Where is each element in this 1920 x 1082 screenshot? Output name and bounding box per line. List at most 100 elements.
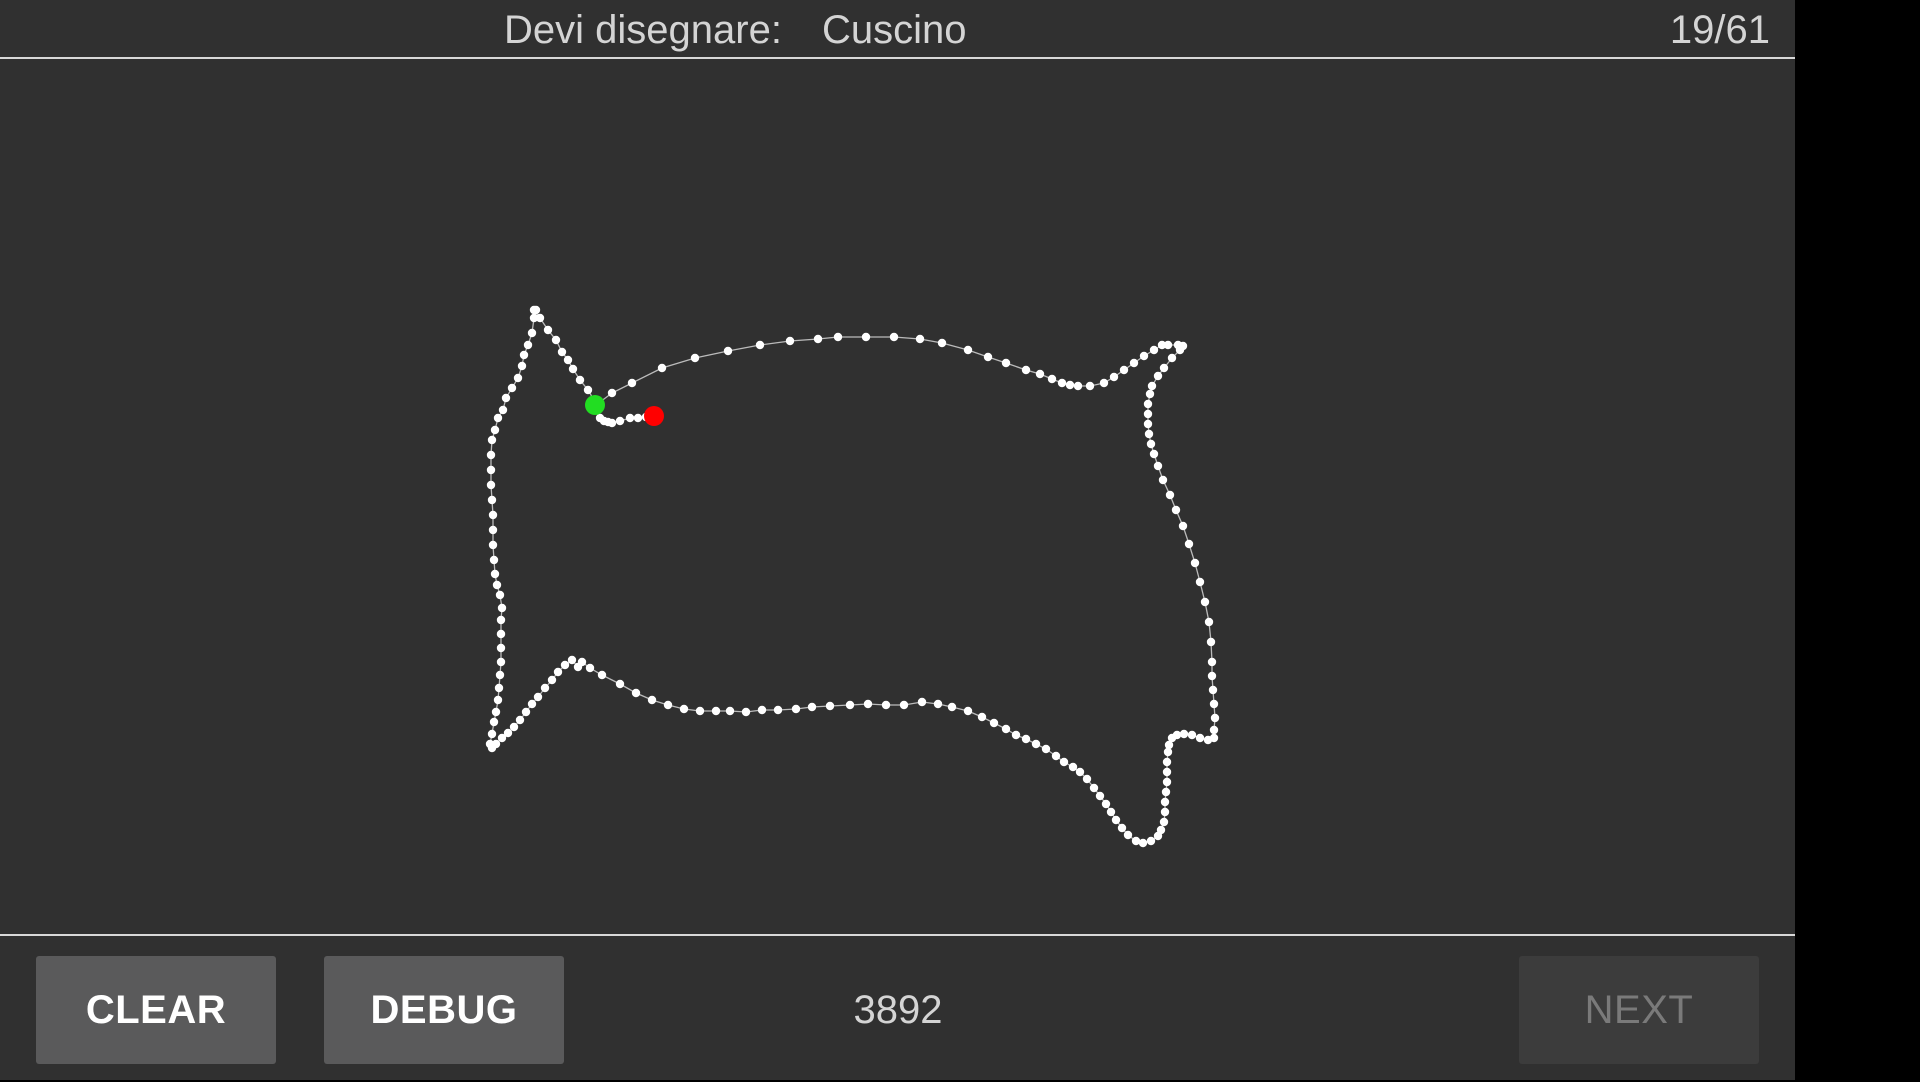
next-button[interactable]: NEXT <box>1519 956 1759 1064</box>
stroke-point <box>881 700 891 710</box>
stroke-point <box>529 305 539 315</box>
stroke-point <box>1195 733 1205 743</box>
stroke-point <box>491 707 501 717</box>
stroke-point <box>1001 724 1011 734</box>
stroke-point <box>1204 617 1214 627</box>
stroke-point <box>1143 399 1153 409</box>
stroke-point <box>627 378 637 388</box>
stroke-point <box>947 702 957 712</box>
score-value: 3892 <box>853 988 943 1032</box>
stroke-points <box>485 305 1220 848</box>
stroke-point <box>1147 381 1157 391</box>
stroke-end-marker <box>644 406 664 426</box>
stroke-point <box>1085 381 1095 391</box>
stroke-point <box>1145 389 1155 399</box>
stroke-point <box>725 706 735 716</box>
stroke-point <box>615 416 625 426</box>
stroke-point <box>1144 429 1154 439</box>
stroke-point <box>833 332 843 342</box>
stroke-point <box>1206 637 1216 647</box>
stroke-point <box>1149 345 1159 355</box>
stroke-point <box>1075 767 1085 777</box>
drawing-app: Devi disegnare: Cuscino 19/61 CLEAR DEBU… <box>0 0 1795 1080</box>
stroke-point <box>517 361 527 371</box>
stroke-point <box>1209 725 1219 735</box>
stroke-point <box>899 700 909 710</box>
stroke-point <box>1175 345 1185 355</box>
stroke-point <box>633 413 643 423</box>
stroke-point <box>527 699 537 709</box>
stroke-point <box>1184 539 1194 549</box>
stroke-point <box>1161 787 1171 797</box>
stroke-point <box>540 683 550 693</box>
stroke-point <box>963 345 973 355</box>
stroke-point <box>1207 671 1217 681</box>
header-bar: Devi disegnare: Cuscino 19/61 <box>0 0 1795 59</box>
stroke-point <box>607 388 617 398</box>
stroke-point <box>1143 419 1153 429</box>
drawing-canvas[interactable] <box>0 59 1795 934</box>
stroke-point <box>496 629 506 639</box>
stroke-point <box>1129 358 1139 368</box>
stroke-point <box>515 715 525 725</box>
stroke-point <box>523 340 533 350</box>
prompt-label: Devi disegnare: <box>504 8 782 52</box>
stroke-point <box>647 695 657 705</box>
stroke-point <box>583 385 593 395</box>
stroke-point <box>937 338 947 348</box>
stroke-point <box>489 717 499 727</box>
stroke-point <box>597 670 607 680</box>
stroke-point <box>494 683 504 693</box>
stroke-point <box>495 670 505 680</box>
stroke-point <box>625 413 635 423</box>
stroke-point <box>1210 713 1220 723</box>
stroke-point <box>1153 461 1163 471</box>
stroke-point <box>933 699 943 709</box>
stroke-point <box>695 706 705 716</box>
stroke-point <box>1065 380 1075 390</box>
stroke-point <box>1159 363 1169 373</box>
stroke-point <box>513 373 523 383</box>
clear-button[interactable]: CLEAR <box>36 956 276 1064</box>
stroke-point <box>567 655 577 665</box>
stroke-point <box>519 350 529 360</box>
stroke-point <box>1153 831 1163 841</box>
stroke-point <box>1073 381 1083 391</box>
stroke-point <box>1162 757 1172 767</box>
stroke-point <box>1082 774 1092 784</box>
stroke-point <box>543 325 553 335</box>
stroke-point <box>507 383 517 393</box>
progress-counter: 19/61 <box>1669 8 1770 52</box>
stroke-point <box>1162 777 1172 787</box>
stroke-point <box>1209 699 1219 709</box>
stroke-point <box>1143 409 1153 419</box>
stroke-point <box>497 733 507 743</box>
stroke-point <box>1047 374 1057 384</box>
debug-button[interactable]: DEBUG <box>324 956 564 1064</box>
drawing-svg[interactable] <box>0 59 1795 934</box>
stroke-point <box>1160 807 1170 817</box>
stroke-point <box>487 729 497 739</box>
stroke-point <box>663 700 673 710</box>
stroke-point <box>977 712 987 722</box>
stroke-point <box>1035 369 1045 379</box>
stroke-point <box>845 700 855 710</box>
stroke-point <box>521 707 531 717</box>
stroke-point <box>813 334 823 344</box>
stroke-point <box>585 663 595 673</box>
stroke-point <box>1001 358 1011 368</box>
stroke-point <box>1167 353 1177 363</box>
stroke-point <box>1171 505 1181 515</box>
stroke-start-marker <box>585 395 605 415</box>
stroke-point <box>1207 657 1217 667</box>
stroke-point <box>1160 797 1170 807</box>
stroke-point <box>1146 439 1156 449</box>
stroke-point <box>1200 597 1210 607</box>
stroke-point <box>1021 734 1031 744</box>
stroke-point <box>1165 490 1175 500</box>
stroke-point <box>509 722 519 732</box>
stroke-point <box>535 313 545 323</box>
stroke-point <box>563 355 573 365</box>
stroke-point <box>825 701 835 711</box>
stroke-point <box>501 393 511 403</box>
